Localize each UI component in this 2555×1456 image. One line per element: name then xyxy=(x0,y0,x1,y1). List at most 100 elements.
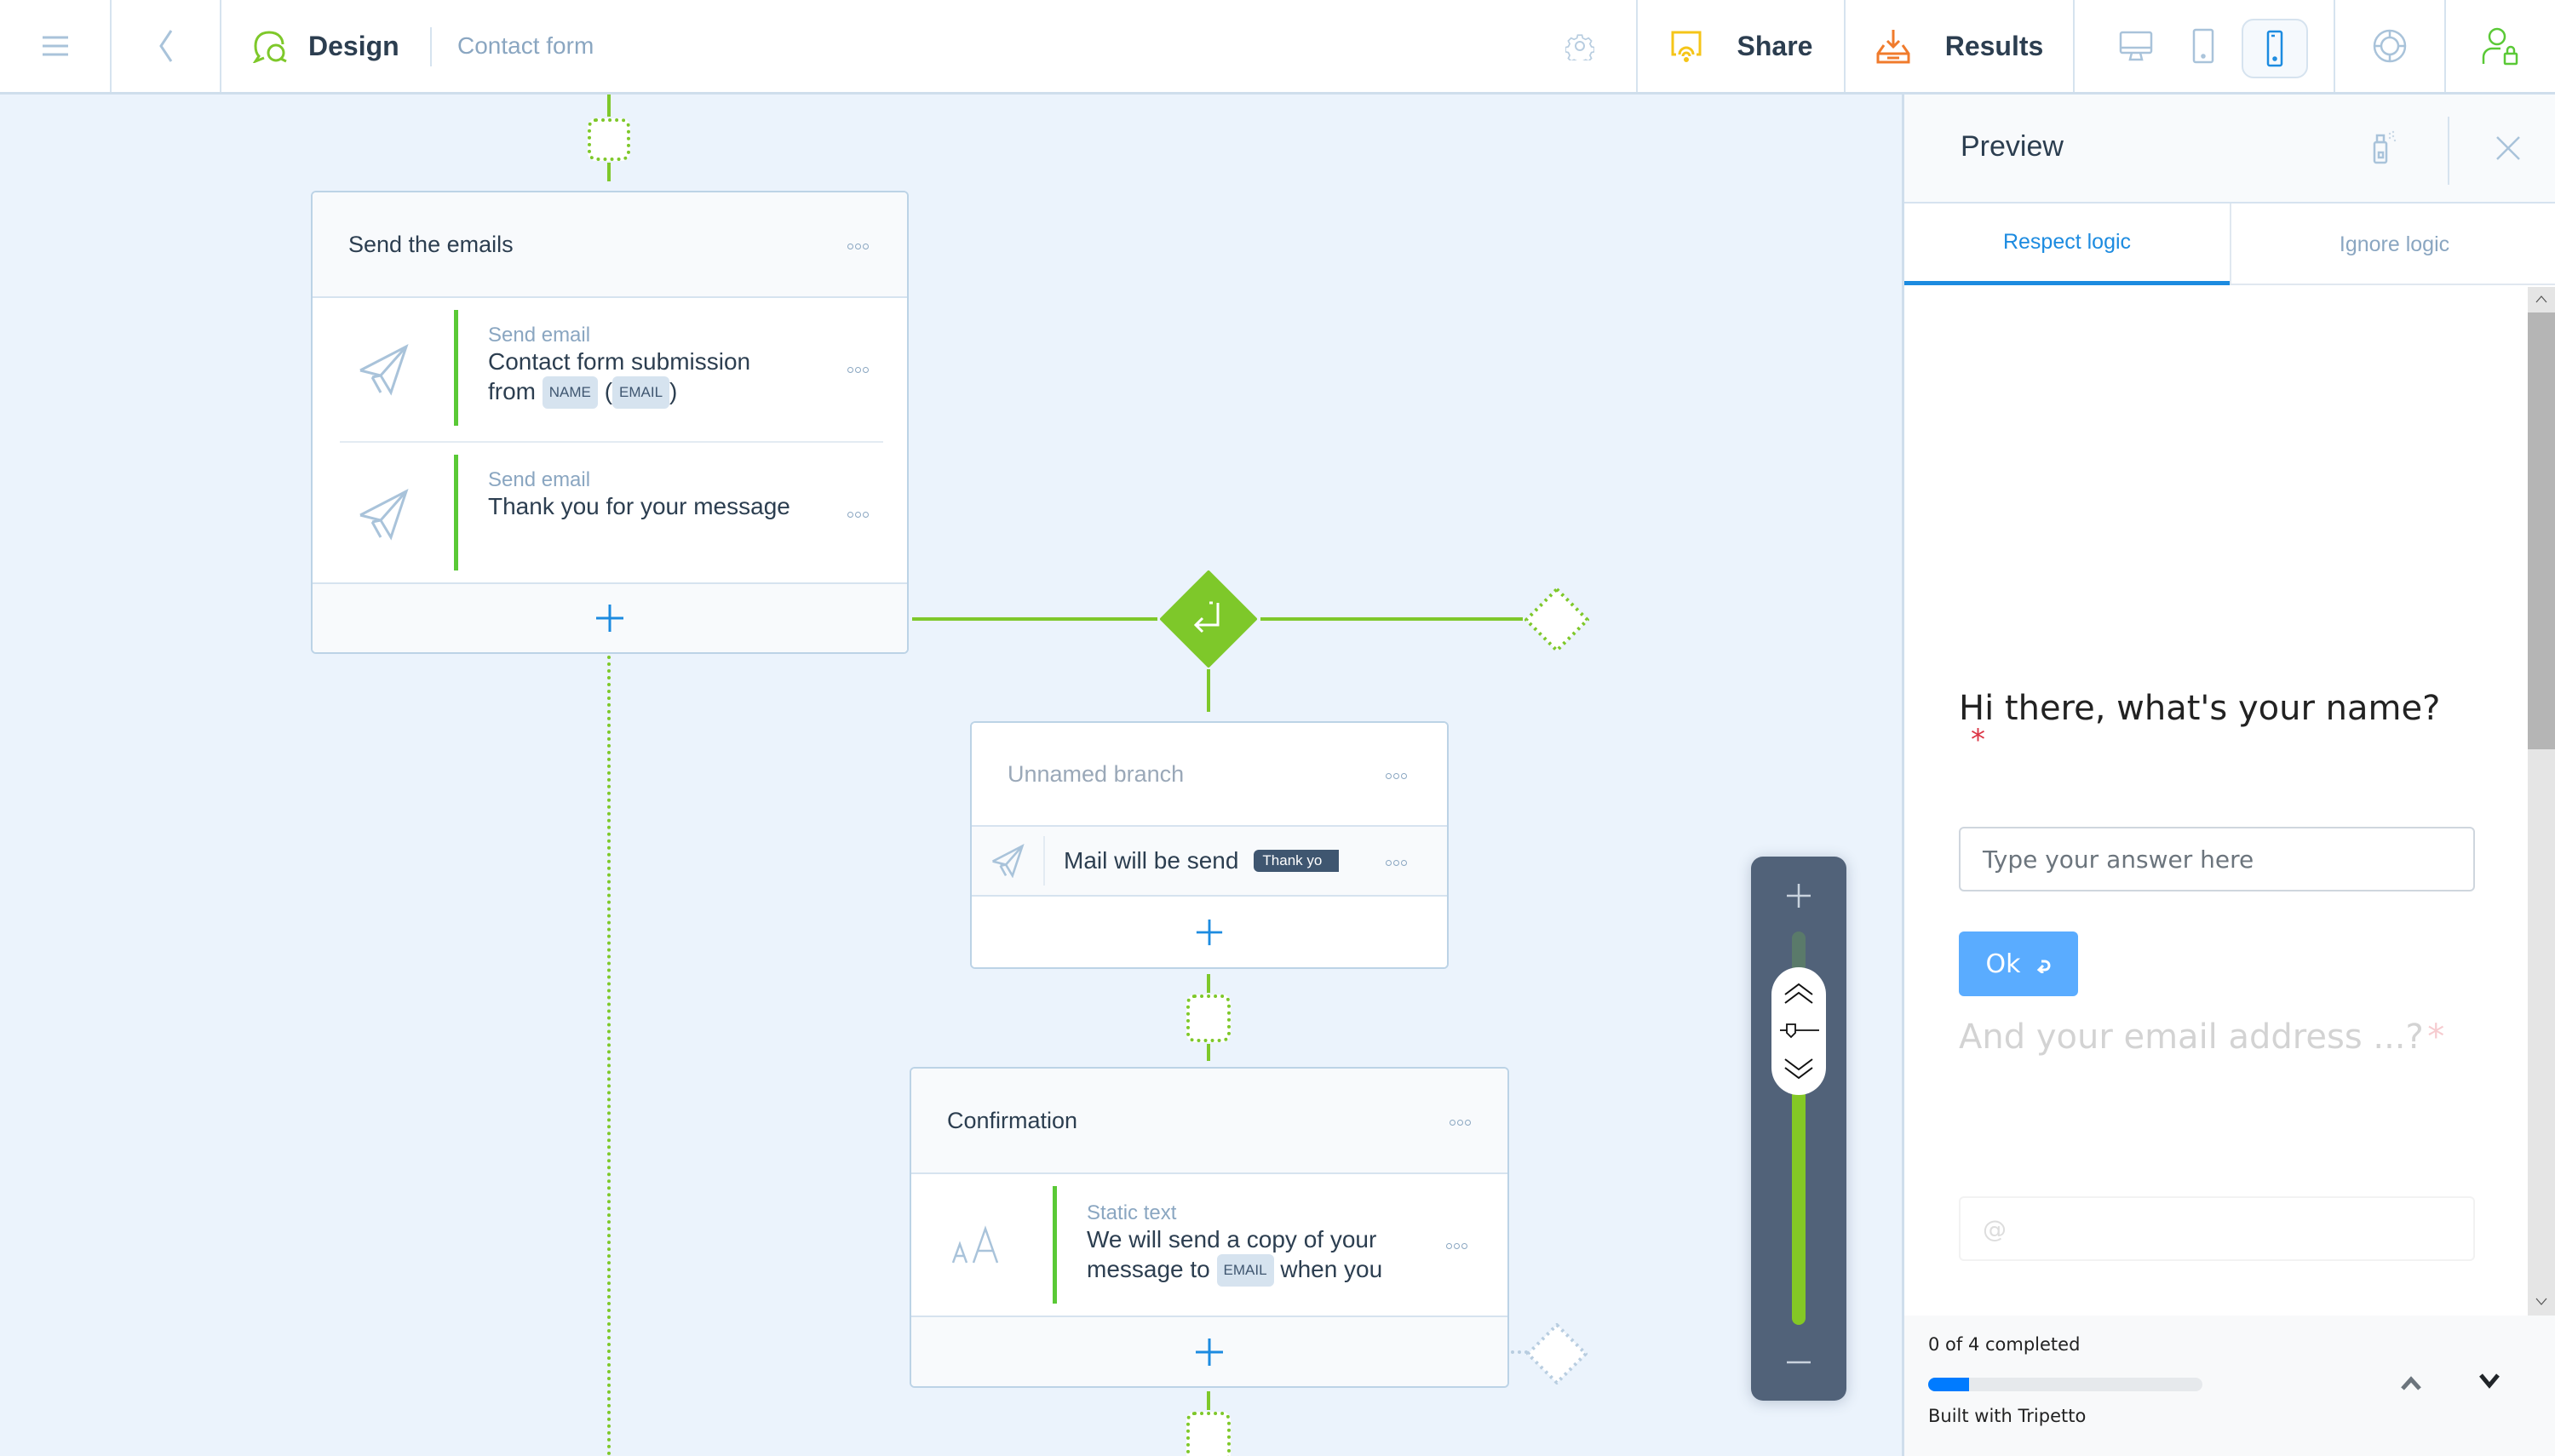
connector xyxy=(912,617,1157,621)
enter-icon xyxy=(2036,960,2050,973)
preview-footer: 0 of 4 completed Built with Tripetto xyxy=(1904,1316,2555,1456)
more-options-icon[interactable] xyxy=(1385,852,1408,870)
divider xyxy=(430,27,432,66)
progress-text: 0 of 4 completed xyxy=(1928,1334,2081,1355)
scroll-down-arrow-icon[interactable] xyxy=(2535,1297,2548,1307)
question-email: And your email address ...? * xyxy=(1959,1017,2444,1057)
preview-header: Preview xyxy=(1904,95,2555,203)
scrollbar[interactable] xyxy=(2528,287,2555,1316)
preview-panel: Preview Respect logic Ignore logic Hi th… xyxy=(1902,95,2555,1456)
tab-respect-logic[interactable]: Respect logic xyxy=(1904,203,2230,285)
connector xyxy=(1207,1044,1210,1061)
block-item[interactable]: Static text We will send a copy of your … xyxy=(911,1174,1507,1316)
block-item[interactable]: Send email Thank you for your message xyxy=(313,443,907,586)
plus-icon xyxy=(1196,919,1223,945)
email-input[interactable]: @ xyxy=(1959,1196,2475,1261)
required-marker: * xyxy=(2427,1017,2445,1057)
font-size-icon xyxy=(951,1225,999,1264)
plus-icon xyxy=(1196,1338,1223,1366)
previous-question-icon[interactable] xyxy=(2398,1373,2424,1392)
design-tab[interactable]: Design xyxy=(252,0,405,92)
paper-plane-icon xyxy=(991,844,1025,878)
account-button[interactable] xyxy=(2446,0,2555,92)
settings-button[interactable] xyxy=(1550,0,1610,92)
add-block-button[interactable] xyxy=(911,1316,1507,1386)
drop-zone[interactable] xyxy=(1186,995,1231,1042)
share-button[interactable]: Share xyxy=(1638,0,1844,92)
block-text: We will send a copy of your message to E… xyxy=(1087,1225,1382,1287)
scroll-up-icon[interactable] xyxy=(1783,983,1814,1005)
cluster-send-emails[interactable]: Send the emails Send email Contact form … xyxy=(311,191,909,654)
divider xyxy=(2073,0,2075,92)
block-type: Static text xyxy=(1087,1201,1177,1224)
block-item[interactable]: Mail will be send Thank yo xyxy=(972,827,1447,897)
device-desktop-button[interactable] xyxy=(2109,0,2163,92)
preview-tabs: Respect logic Ignore logic xyxy=(1904,203,2555,285)
cluster-title: Confirmation xyxy=(947,1107,1078,1133)
device-phone-button[interactable] xyxy=(2242,19,2308,78)
more-options-icon[interactable] xyxy=(1385,765,1408,783)
branch-title: Unnamed branch xyxy=(1008,760,1185,787)
drop-zone[interactable] xyxy=(1186,1412,1231,1456)
form-name[interactable]: Contact form xyxy=(457,32,594,60)
name-input[interactable]: Type your answer here xyxy=(1959,827,2475,891)
more-options-icon[interactable] xyxy=(1449,1112,1472,1130)
share-label: Share xyxy=(1737,30,1813,61)
paper-plane-icon xyxy=(359,488,409,541)
zoom-in-icon[interactable] xyxy=(1785,882,1812,909)
question-title: Hi there, what's your name? xyxy=(1959,689,2441,728)
design-label: Design xyxy=(308,30,399,61)
block-type: Send email xyxy=(488,324,591,347)
zoom-slider-handle[interactable] xyxy=(1771,967,1826,1095)
add-branch-diamond[interactable] xyxy=(1523,586,1591,654)
drop-zone[interactable] xyxy=(588,118,630,161)
paper-plane-icon xyxy=(359,343,409,396)
divider xyxy=(1043,836,1045,886)
help-button[interactable] xyxy=(2335,0,2444,92)
cluster-confirmation[interactable]: Confirmation Static text We will send a … xyxy=(910,1067,1509,1388)
cluster-header[interactable]: Confirmation xyxy=(911,1069,1507,1174)
variable-chip: EMAIL xyxy=(1216,1254,1274,1287)
scroll-up-arrow-icon[interactable] xyxy=(2535,294,2548,304)
branch-header[interactable]: Unnamed branch xyxy=(972,723,1447,827)
add-branch-diamond[interactable] xyxy=(1524,1321,1589,1386)
connector xyxy=(1207,669,1210,712)
hamburger-icon xyxy=(42,36,68,56)
ok-button[interactable]: Ok xyxy=(1959,931,2078,996)
next-question-icon[interactable] xyxy=(2477,1372,2502,1390)
more-options-icon[interactable] xyxy=(847,236,870,254)
more-options-icon[interactable] xyxy=(847,504,870,522)
zoom-out-icon[interactable] xyxy=(1785,1359,1812,1366)
connector xyxy=(1207,1391,1210,1410)
lifebuoy-icon xyxy=(2373,29,2407,63)
progress-bar xyxy=(1928,1378,2202,1391)
branch-card[interactable]: Unnamed branch Mail will be send Thank y… xyxy=(970,721,1449,969)
required-marker: * xyxy=(1971,723,1985,757)
zoom-control xyxy=(1751,857,1846,1401)
cluster-header[interactable]: Send the emails xyxy=(313,192,907,298)
top-bar: Design Contact form Share Results xyxy=(0,0,2555,95)
add-block-button[interactable] xyxy=(972,897,1447,967)
status-bar xyxy=(454,310,458,426)
close-preview-button[interactable] xyxy=(2495,135,2521,165)
more-options-icon[interactable] xyxy=(1445,1235,1468,1253)
more-options-icon[interactable] xyxy=(847,359,870,377)
tab-ignore-logic[interactable]: Ignore logic xyxy=(2231,203,2555,285)
connector xyxy=(1207,974,1210,993)
menu-button[interactable] xyxy=(0,0,110,92)
add-block-button[interactable] xyxy=(313,582,907,652)
block-text: Thank you for your message xyxy=(488,493,790,519)
divider xyxy=(220,0,221,92)
status-bar xyxy=(1053,1186,1057,1304)
scroll-down-icon[interactable] xyxy=(1783,1058,1814,1080)
variable-chip: NAME xyxy=(542,376,598,409)
reset-button[interactable] xyxy=(2371,129,2397,169)
results-button[interactable]: Results xyxy=(1846,0,2073,92)
device-tablet-button[interactable] xyxy=(2176,0,2231,92)
back-button[interactable] xyxy=(112,0,220,92)
preview-form: Hi there, what's your name? * Type your … xyxy=(1904,287,2555,1316)
scrollbar-thumb[interactable] xyxy=(2528,312,2555,749)
branch-diamond[interactable] xyxy=(1158,569,1259,669)
block-item[interactable]: Send email Contact form submission from … xyxy=(313,298,907,441)
branding-text[interactable]: Built with Tripetto xyxy=(1928,1406,2086,1426)
